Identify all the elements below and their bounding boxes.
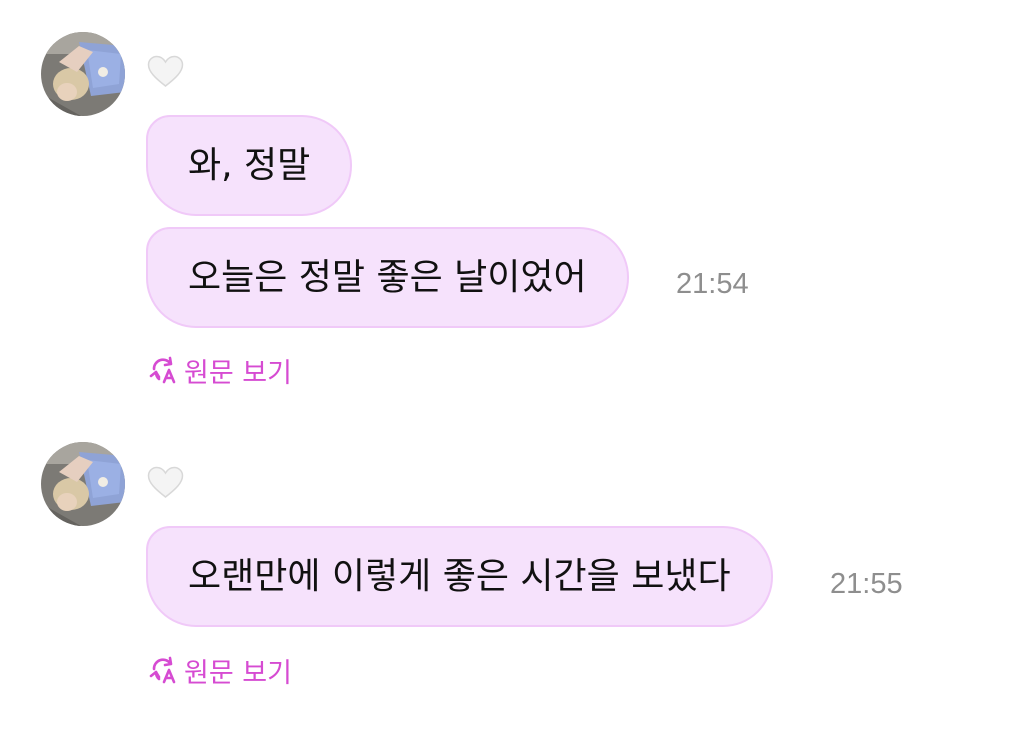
avatar-photo — [41, 442, 125, 526]
message-bubble[interactable]: 오랜만에 이렇게 좋은 시간을 보냈다 — [146, 526, 773, 627]
message-text: 와, 정말 — [188, 145, 311, 186]
message-bubble[interactable]: 와, 정말 — [146, 115, 353, 216]
message-bubble[interactable]: 오늘은 정말 좋은 날이었어 — [146, 227, 629, 328]
message-text: 오늘은 정말 좋은 날이었어 — [188, 257, 587, 298]
see-original-link[interactable]: 원문 보기 — [148, 652, 292, 689]
white-heart-icon[interactable] — [147, 55, 184, 88]
white-heart-icon[interactable] — [147, 466, 184, 499]
message-timestamp: 21:54 — [676, 268, 749, 300]
see-original-label: 원문 보기 — [184, 657, 292, 689]
message-timestamp: 21:55 — [830, 568, 903, 600]
translate-icon — [149, 656, 176, 684]
message-text: 오랜만에 이렇게 좋은 시간을 보냈다 — [188, 556, 731, 597]
translate-icon — [149, 356, 176, 384]
avatar-photo — [41, 32, 125, 116]
see-original-link[interactable]: 원문 보기 — [148, 352, 292, 389]
see-original-label: 원문 보기 — [184, 357, 292, 389]
avatar[interactable] — [41, 32, 125, 116]
avatar[interactable] — [41, 442, 125, 526]
